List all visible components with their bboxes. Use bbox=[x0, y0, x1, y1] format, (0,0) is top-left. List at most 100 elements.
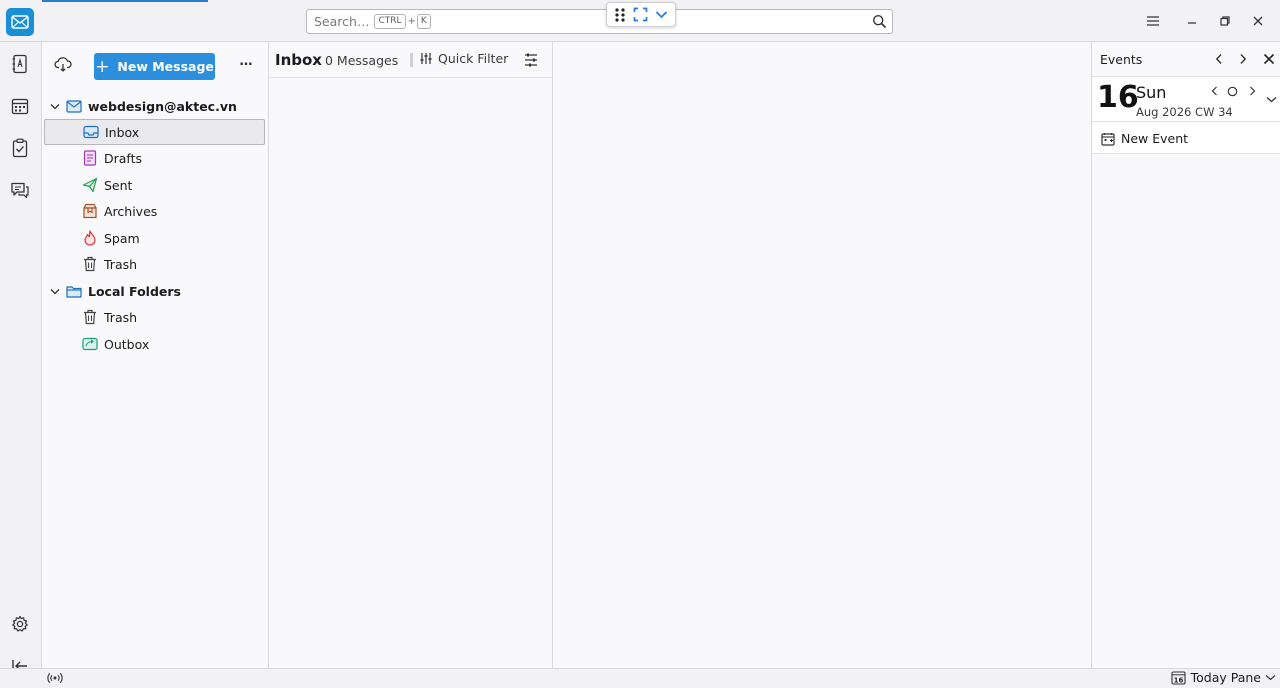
archives-icon bbox=[82, 203, 98, 219]
folder-sent[interactable]: Sent bbox=[44, 172, 265, 198]
date-meta: Aug 2026 CW 34 bbox=[1136, 105, 1233, 119]
app-menu-button[interactable] bbox=[1144, 12, 1162, 30]
previous-day-button[interactable] bbox=[1208, 85, 1220, 97]
display-options-icon bbox=[525, 53, 537, 67]
display-options-button[interactable] bbox=[524, 53, 538, 67]
quick-filter-button[interactable]: Quick Filter bbox=[419, 51, 508, 66]
outbox-icon bbox=[82, 336, 98, 352]
folder-spam[interactable]: Spam bbox=[44, 225, 265, 251]
drag-handle-icon[interactable] bbox=[614, 7, 626, 22]
chevron-down-icon[interactable] bbox=[655, 10, 668, 19]
header-separator bbox=[410, 53, 413, 67]
mini-day-header: 16 Sun Aug 2026 CW 34 bbox=[1092, 76, 1280, 122]
account-name: webdesign@aktec.vn bbox=[88, 98, 237, 114]
previous-button[interactable] bbox=[1211, 51, 1227, 67]
shortcut-key-ctrl: CTRL bbox=[374, 14, 406, 29]
chevron-down-icon bbox=[1266, 96, 1276, 102]
menu-icon bbox=[1147, 16, 1159, 26]
expand-minimonth-button[interactable] bbox=[1265, 93, 1277, 105]
shortcut-plus: + bbox=[407, 16, 416, 27]
get-messages-button[interactable] bbox=[54, 56, 72, 72]
drafts-icon bbox=[82, 150, 98, 166]
chat-button[interactable] bbox=[9, 179, 31, 201]
folder-label: Trash bbox=[104, 309, 138, 325]
close-today-pane-button[interactable] bbox=[1261, 51, 1277, 67]
search-icon[interactable] bbox=[872, 14, 887, 29]
mail-space-button[interactable] bbox=[6, 8, 34, 36]
tasks-icon bbox=[12, 138, 28, 158]
restore-button[interactable] bbox=[1216, 12, 1234, 30]
message-pane bbox=[553, 42, 1092, 668]
spaces-toolbar bbox=[0, 42, 42, 672]
calendar-button[interactable] bbox=[9, 95, 31, 117]
close-icon bbox=[1263, 53, 1275, 65]
chevron-down-icon[interactable] bbox=[48, 103, 62, 110]
shortcut-key-k: K bbox=[416, 14, 431, 29]
thread-pane-header: Inbox 0 Messages Quick Filter bbox=[269, 42, 552, 78]
plus-icon: + bbox=[95, 56, 110, 77]
close-icon bbox=[1253, 16, 1263, 26]
folder-pane: + New Message … webdesign@aktec.vn Inbox… bbox=[42, 42, 269, 668]
thread-pane: Inbox 0 Messages Quick Filter bbox=[269, 42, 553, 668]
folder-label: Archives bbox=[104, 203, 158, 219]
search-placeholder: Search… bbox=[314, 14, 370, 29]
local-folders-row[interactable]: Local Folders bbox=[44, 278, 265, 304]
new-event-button[interactable]: New Event bbox=[1092, 124, 1280, 154]
day-name: Sun bbox=[1136, 83, 1167, 102]
day-number: 16 bbox=[1097, 80, 1139, 115]
title-bar: Search… CTRL + K bbox=[0, 0, 1280, 42]
new-message-button[interactable]: + New Message bbox=[94, 53, 215, 80]
address-book-icon bbox=[12, 54, 27, 74]
folder-label: Drafts bbox=[104, 150, 143, 166]
fullscreen-icon[interactable] bbox=[633, 7, 648, 22]
next-button[interactable] bbox=[1235, 51, 1251, 67]
trash-icon bbox=[82, 256, 98, 272]
chevron-right-icon bbox=[1240, 54, 1247, 64]
today-pane-toggle[interactable]: 16 Today Pane bbox=[1171, 670, 1276, 685]
quick-filter-label: Quick Filter bbox=[438, 51, 509, 66]
folder-label: Sent bbox=[104, 177, 133, 193]
new-event-label: New Event bbox=[1121, 131, 1189, 146]
folder-inbox[interactable]: Inbox bbox=[44, 119, 265, 145]
calendar-day-number: 16 bbox=[1173, 677, 1183, 685]
account-row[interactable]: webdesign@aktec.vn bbox=[44, 93, 265, 119]
loading-progress-line bbox=[42, 0, 208, 2]
chevron-down-icon[interactable] bbox=[48, 288, 62, 295]
tasks-button[interactable] bbox=[9, 137, 31, 159]
chevron-left-icon bbox=[1211, 86, 1217, 96]
next-day-button[interactable] bbox=[1246, 85, 1258, 97]
new-event-icon bbox=[1101, 132, 1115, 146]
folder-label: Spam bbox=[104, 230, 140, 246]
folder-drafts[interactable]: Drafts bbox=[44, 145, 265, 171]
floating-screenshot-toolbar bbox=[606, 2, 676, 27]
folder-outbox[interactable]: Outbox bbox=[44, 331, 265, 357]
message-count: 0 Messages bbox=[325, 53, 399, 68]
folder-label: Inbox bbox=[105, 124, 140, 140]
folder-trash[interactable]: Trash bbox=[44, 251, 265, 277]
chat-icon bbox=[11, 182, 29, 199]
chevron-right-icon bbox=[1249, 86, 1255, 96]
inbox-icon bbox=[83, 124, 99, 140]
mail-icon bbox=[11, 15, 29, 29]
today-pane: Events 16 Sun Aug 2026 CW 34 New Event bbox=[1092, 42, 1280, 668]
address-book-button[interactable] bbox=[9, 53, 31, 75]
chevron-left-icon bbox=[1215, 54, 1222, 64]
global-search-input[interactable]: Search… CTRL + K bbox=[306, 9, 893, 34]
new-message-label: New Message bbox=[117, 59, 214, 74]
close-window-button[interactable] bbox=[1249, 12, 1267, 30]
minimize-button[interactable] bbox=[1183, 12, 1201, 30]
trash-icon bbox=[82, 309, 98, 325]
settings-icon bbox=[12, 615, 28, 632]
today-button[interactable] bbox=[1226, 85, 1238, 97]
calendar-icon bbox=[11, 98, 29, 115]
folder-icon bbox=[66, 283, 82, 299]
current-folder-name: Inbox bbox=[275, 51, 322, 69]
folder-pane-more-button[interactable]: … bbox=[238, 54, 254, 69]
settings-button[interactable] bbox=[9, 613, 31, 635]
today-pane-title: Events bbox=[1100, 52, 1143, 67]
folder-label: Outbox bbox=[104, 336, 150, 352]
online-status-icon[interactable] bbox=[47, 672, 63, 684]
status-bar: 16 Today Pane bbox=[0, 668, 1280, 688]
folder-local-trash[interactable]: Trash bbox=[44, 304, 265, 330]
folder-archives[interactable]: Archives bbox=[44, 198, 265, 224]
